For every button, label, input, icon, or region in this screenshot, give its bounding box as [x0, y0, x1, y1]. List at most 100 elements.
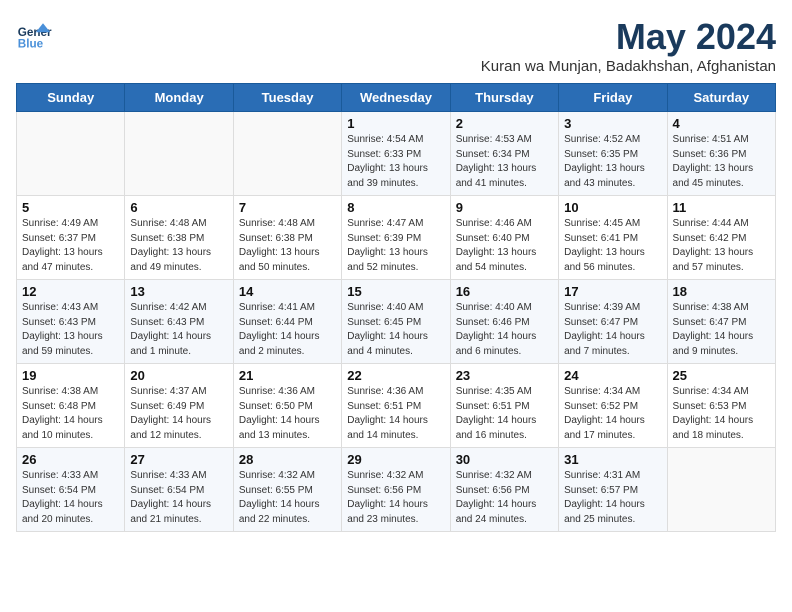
- day-number: 28: [239, 452, 336, 467]
- calendar-cell: [667, 448, 775, 532]
- day-number: 25: [673, 368, 770, 383]
- day-number: 2: [456, 116, 553, 131]
- day-info: Sunrise: 4:36 AM Sunset: 6:51 PM Dayligh…: [347, 385, 444, 443]
- day-number: 31: [564, 452, 661, 467]
- calendar-cell: 15Sunrise: 4:40 AM Sunset: 6:45 PM Dayli…: [342, 280, 450, 364]
- day-number: 30: [456, 452, 553, 467]
- calendar-cell: 18 Sunrise: 4:38 AM Sunset: 6:47 PM Dayli…: [667, 280, 775, 364]
- calendar-cell: 3 Sunrise: 4:52 AM Sunset: 6:35 PM Daylig…: [559, 112, 667, 196]
- day-number: 8: [347, 200, 444, 215]
- day-info: Sunrise: 4:53 AM Sunset: 6:34 PM Dayligh…: [456, 133, 553, 191]
- calendar-table: SundayMondayTuesdayWednesdayThursdayFrid…: [16, 83, 776, 532]
- day-info: Sunrise: 4:40 AM Sunset: 6:46 PM Dayligh…: [456, 301, 553, 359]
- weekday-header-monday: Monday: [125, 84, 233, 112]
- day-number: 5: [22, 200, 119, 215]
- calendar-cell: 4 Sunrise: 4:51 AM Sunset: 6:36 PM Daylig…: [667, 112, 775, 196]
- calendar-cell: 14Sunrise: 4:41 AM Sunset: 6:44 PM Dayli…: [233, 280, 341, 364]
- day-number: 23: [456, 368, 553, 383]
- page-header: General Blue May 2024 Kuran wa Munjan, B…: [16, 16, 776, 75]
- weekday-header-thursday: Thursday: [450, 84, 558, 112]
- calendar-cell: 12 Sunrise: 4:43 AM Sunset: 6:43 PM Dayli…: [17, 280, 125, 364]
- day-number: 22: [347, 368, 444, 383]
- calendar-cell: 7 Sunrise: 4:48 AM Sunset: 6:38 PM Daylig…: [233, 196, 341, 280]
- svg-text:Blue: Blue: [18, 38, 44, 51]
- calendar-cell: 22 Sunrise: 4:36 AM Sunset: 6:51 PM Dayli…: [342, 364, 450, 448]
- calendar-cell: 24 Sunrise: 4:34 AM Sunset: 6:52 PM Dayli…: [559, 364, 667, 448]
- day-info: Sunrise: 4:37 AM Sunset: 6:49 PM Dayligh…: [130, 385, 227, 443]
- day-info: Sunrise: 4:41 AM Sunset: 6:44 PM Dayligh…: [239, 301, 336, 359]
- calendar-cell: 25 Sunrise: 4:34 AM Sunset: 6:53 PM Dayli…: [667, 364, 775, 448]
- day-info: Sunrise: 4:34 AM Sunset: 6:53 PM Dayligh…: [673, 385, 770, 443]
- calendar-cell: 29Sunrise: 4:32 AM Sunset: 6:56 PM Dayli…: [342, 448, 450, 532]
- day-info: Sunrise: 4:31 AM Sunset: 6:57 PM Dayligh…: [564, 469, 661, 527]
- day-number: 18: [673, 284, 770, 299]
- calendar-cell: 8Sunrise: 4:47 AM Sunset: 6:39 PM Daylig…: [342, 196, 450, 280]
- calendar-cell: 10 Sunrise: 4:45 AM Sunset: 6:41 PM Dayli…: [559, 196, 667, 280]
- day-number: 10: [564, 200, 661, 215]
- day-info: Sunrise: 4:46 AM Sunset: 6:40 PM Dayligh…: [456, 217, 553, 275]
- calendar-cell: [233, 112, 341, 196]
- day-info: Sunrise: 4:43 AM Sunset: 6:43 PM Dayligh…: [22, 301, 119, 359]
- day-info: Sunrise: 4:32 AM Sunset: 6:56 PM Dayligh…: [456, 469, 553, 527]
- day-number: 26: [22, 452, 119, 467]
- weekday-header-wednesday: Wednesday: [342, 84, 450, 112]
- day-info: Sunrise: 4:38 AM Sunset: 6:47 PM Dayligh…: [673, 301, 770, 359]
- calendar-cell: 19 Sunrise: 4:38 AM Sunset: 6:48 PM Dayli…: [17, 364, 125, 448]
- weekday-header-saturday: Saturday: [667, 84, 775, 112]
- weekday-header-tuesday: Tuesday: [233, 84, 341, 112]
- day-info: Sunrise: 4:48 AM Sunset: 6:38 PM Dayligh…: [239, 217, 336, 275]
- day-info: Sunrise: 4:44 AM Sunset: 6:42 PM Dayligh…: [673, 217, 770, 275]
- calendar-cell: 28 Sunrise: 4:32 AM Sunset: 6:55 PM Dayli…: [233, 448, 341, 532]
- logo: General Blue: [16, 16, 52, 52]
- calendar-cell: 11Sunrise: 4:44 AM Sunset: 6:42 PM Dayli…: [667, 196, 775, 280]
- day-info: Sunrise: 4:48 AM Sunset: 6:38 PM Dayligh…: [130, 217, 227, 275]
- calendar-cell: 6Sunrise: 4:48 AM Sunset: 6:38 PM Daylig…: [125, 196, 233, 280]
- day-number: 19: [22, 368, 119, 383]
- day-info: Sunrise: 4:39 AM Sunset: 6:47 PM Dayligh…: [564, 301, 661, 359]
- weekday-header-sunday: Sunday: [17, 84, 125, 112]
- calendar-cell: 9 Sunrise: 4:46 AM Sunset: 6:40 PM Daylig…: [450, 196, 558, 280]
- day-info: Sunrise: 4:51 AM Sunset: 6:36 PM Dayligh…: [673, 133, 770, 191]
- weekday-header-row: SundayMondayTuesdayWednesdayThursdayFrid…: [17, 84, 776, 112]
- day-number: 17: [564, 284, 661, 299]
- day-info: Sunrise: 4:32 AM Sunset: 6:55 PM Dayligh…: [239, 469, 336, 527]
- calendar-cell: 31 Sunrise: 4:31 AM Sunset: 6:57 PM Dayli…: [559, 448, 667, 532]
- calendar-cell: 30 Sunrise: 4:32 AM Sunset: 6:56 PM Dayli…: [450, 448, 558, 532]
- day-number: 4: [673, 116, 770, 131]
- calendar-week-2: 5 Sunrise: 4:49 AM Sunset: 6:37 PM Daylig…: [17, 196, 776, 280]
- title-block: May 2024 Kuran wa Munjan, Badakhshan, Af…: [481, 16, 776, 75]
- weekday-header-friday: Friday: [559, 84, 667, 112]
- day-number: 16: [456, 284, 553, 299]
- calendar-week-1: 1Sunrise: 4:54 AM Sunset: 6:33 PM Daylig…: [17, 112, 776, 196]
- calendar-cell: 13 Sunrise: 4:42 AM Sunset: 6:43 PM Dayli…: [125, 280, 233, 364]
- day-info: Sunrise: 4:49 AM Sunset: 6:37 PM Dayligh…: [22, 217, 119, 275]
- calendar-cell: 21 Sunrise: 4:36 AM Sunset: 6:50 PM Dayli…: [233, 364, 341, 448]
- day-info: Sunrise: 4:45 AM Sunset: 6:41 PM Dayligh…: [564, 217, 661, 275]
- calendar-cell: 23Sunrise: 4:35 AM Sunset: 6:51 PM Dayli…: [450, 364, 558, 448]
- day-info: Sunrise: 4:33 AM Sunset: 6:54 PM Dayligh…: [130, 469, 227, 527]
- calendar-cell: [17, 112, 125, 196]
- calendar-cell: 5 Sunrise: 4:49 AM Sunset: 6:37 PM Daylig…: [17, 196, 125, 280]
- day-number: 3: [564, 116, 661, 131]
- day-number: 21: [239, 368, 336, 383]
- calendar-cell: [125, 112, 233, 196]
- calendar-cell: 20Sunrise: 4:37 AM Sunset: 6:49 PM Dayli…: [125, 364, 233, 448]
- calendar-week-5: 26 Sunrise: 4:33 AM Sunset: 6:54 PM Dayli…: [17, 448, 776, 532]
- day-info: Sunrise: 4:40 AM Sunset: 6:45 PM Dayligh…: [347, 301, 444, 359]
- day-info: Sunrise: 4:33 AM Sunset: 6:54 PM Dayligh…: [22, 469, 119, 527]
- calendar-week-3: 12 Sunrise: 4:43 AM Sunset: 6:43 PM Dayli…: [17, 280, 776, 364]
- day-info: Sunrise: 4:54 AM Sunset: 6:33 PM Dayligh…: [347, 133, 444, 191]
- day-number: 7: [239, 200, 336, 215]
- day-number: 12: [22, 284, 119, 299]
- main-title: May 2024: [481, 16, 776, 58]
- day-number: 13: [130, 284, 227, 299]
- day-number: 24: [564, 368, 661, 383]
- day-info: Sunrise: 4:52 AM Sunset: 6:35 PM Dayligh…: [564, 133, 661, 191]
- day-number: 27: [130, 452, 227, 467]
- day-info: Sunrise: 4:34 AM Sunset: 6:52 PM Dayligh…: [564, 385, 661, 443]
- day-info: Sunrise: 4:38 AM Sunset: 6:48 PM Dayligh…: [22, 385, 119, 443]
- day-info: Sunrise: 4:42 AM Sunset: 6:43 PM Dayligh…: [130, 301, 227, 359]
- day-number: 9: [456, 200, 553, 215]
- subtitle: Kuran wa Munjan, Badakhshan, Afghanistan: [481, 58, 776, 75]
- day-info: Sunrise: 4:36 AM Sunset: 6:50 PM Dayligh…: [239, 385, 336, 443]
